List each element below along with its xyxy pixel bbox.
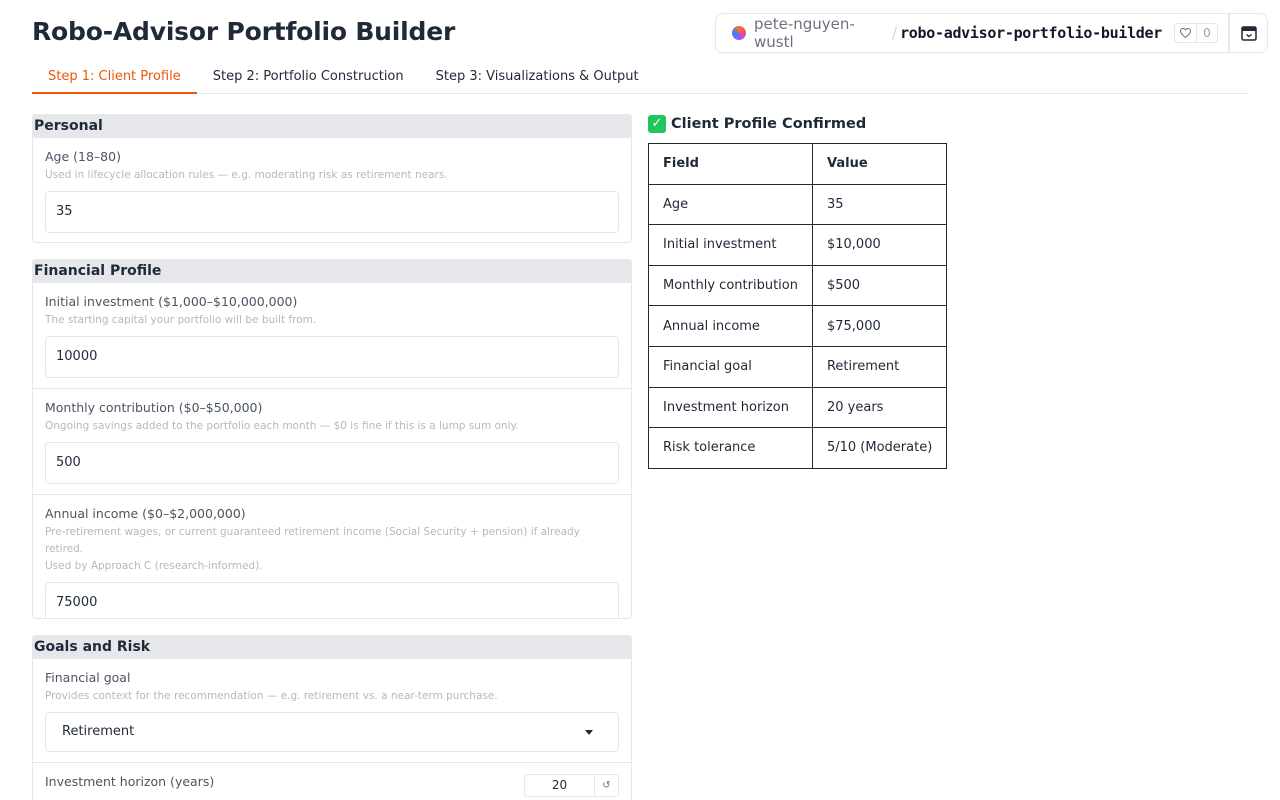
table-cell: 35 [811,183,948,226]
field-info: Used by Approach C (research-informed). [45,560,263,572]
field-info: Ongoing savings added to the portfolio e… [45,420,519,432]
table-cell: Initial investment [648,224,813,266]
tab-visualizations-output[interactable]: Step 3: Visualizations & Output [420,60,655,94]
space-owner-link[interactable]: pete-nguyen-wustl [754,15,889,51]
profile-summary-table: Field Value Age 35 Initial investment $10,… [648,143,948,469]
heart-icon [1175,24,1197,42]
table-row: Investment horizon 20 years [648,386,948,429]
field-info: The starting capital your portfolio will… [45,314,317,326]
section-header: Goals and Risk [33,636,631,658]
table-cell: Monthly contribution [648,264,813,307]
table-row: Financial goal Retirement [648,345,948,388]
annual-income-input[interactable]: 75000 [45,582,619,618]
horizon-number-input[interactable]: 20 ↺ [524,774,619,797]
initial-investment-field: Initial investment ($1,000–$10,000,000) … [33,282,631,388]
initial-investment-input[interactable]: 10000 [45,336,619,378]
field-info: Pre-retirement wages, or current guarant… [45,526,580,555]
chevron-down-icon [585,730,593,735]
table-cell: 5/10 (Moderate) [811,427,948,469]
horizon-value[interactable]: 20 [525,775,594,796]
table-row: Initial investment $10,000 [648,224,948,266]
table-cell: Annual income [648,305,813,347]
monthly-contribution-field: Monthly contribution ($0–$50,000) Ongoin… [33,388,631,494]
table-cell: Risk tolerance [648,427,813,469]
space-repo-link[interactable]: robo-advisor-portfolio-builder [900,24,1162,42]
step-tabs: Step 1: Client Profile Step 2: Portfolio… [32,60,1248,94]
table-row: Annual income $75,000 [648,305,948,347]
table-row: Age 35 [648,183,948,226]
financial-goal-field: Financial goal Provides context for the … [33,658,631,762]
personal-section: Personal Age (18–80) Used in lifecycle a… [32,114,632,243]
column-header: Field [648,143,813,185]
reset-icon[interactable]: ↺ [594,775,618,796]
table-cell: 20 years [811,386,948,429]
selected-value: Retirement [62,724,135,739]
huggingface-logo-icon [732,26,746,40]
table-cell: $10,000 [811,224,948,266]
goals-risk-section: Goals and Risk Financial goal Provides c… [32,635,632,800]
tab-portfolio-construction[interactable]: Step 2: Portfolio Construction [197,60,420,94]
field-label: Initial investment ($1,000–$10,000,000) [45,294,298,309]
age-input[interactable]: 35 [45,191,619,233]
table-row: Risk tolerance 5/10 (Moderate) [648,427,948,469]
table-cell: $500 [811,264,948,307]
table-row: Monthly contribution $500 [648,264,948,307]
field-label: Annual income ($0–$2,000,000) [45,506,246,521]
table-header-row: Field Value [648,143,948,185]
field-info: Provides context for the recommendation … [45,690,498,702]
table-cell: Retirement [811,345,948,388]
financial-profile-section: Financial Profile Initial investment ($1… [32,259,632,619]
table-cell: Age [648,183,813,226]
field-label: Monthly contribution ($0–$50,000) [45,400,263,415]
window-icon [1240,25,1257,41]
field-info: Used in lifecycle allocation rules — e.g… [45,169,448,181]
tab-client-profile[interactable]: Step 1: Client Profile [32,60,197,94]
like-count: 0 [1203,26,1211,40]
table-cell: Financial goal [648,345,813,388]
field-label: Financial goal [45,670,131,685]
embed-toggle-button[interactable] [1229,13,1268,53]
path-separator: / [892,24,898,42]
confirm-title-text: Client Profile Confirmed [671,116,867,132]
monthly-contribution-input[interactable]: 500 [45,442,619,484]
check-icon: ✓ [648,115,666,133]
section-header: Personal [33,115,631,137]
like-button[interactable]: 0 [1174,23,1218,43]
field-label: Age (18–80) [45,149,121,164]
confirm-heading: ✓ Client Profile Confirmed [648,115,866,133]
section-header: Financial Profile [33,260,631,282]
annual-income-field: Annual income ($0–$2,000,000) Pre-retire… [33,494,631,618]
table-cell: Investment horizon [648,386,813,429]
page-title: Robo-Advisor Portfolio Builder [32,17,456,46]
financial-goal-dropdown[interactable]: Retirement [45,712,619,752]
space-badge[interactable]: pete-nguyen-wustl / robo-advisor-portfol… [715,13,1229,53]
column-header: Value [811,143,948,185]
age-field: Age (18–80) Used in lifecycle allocation… [33,137,631,242]
table-cell: $75,000 [811,305,948,347]
investment-horizon-field: Investment horizon (years) 20 ↺ [33,762,631,800]
